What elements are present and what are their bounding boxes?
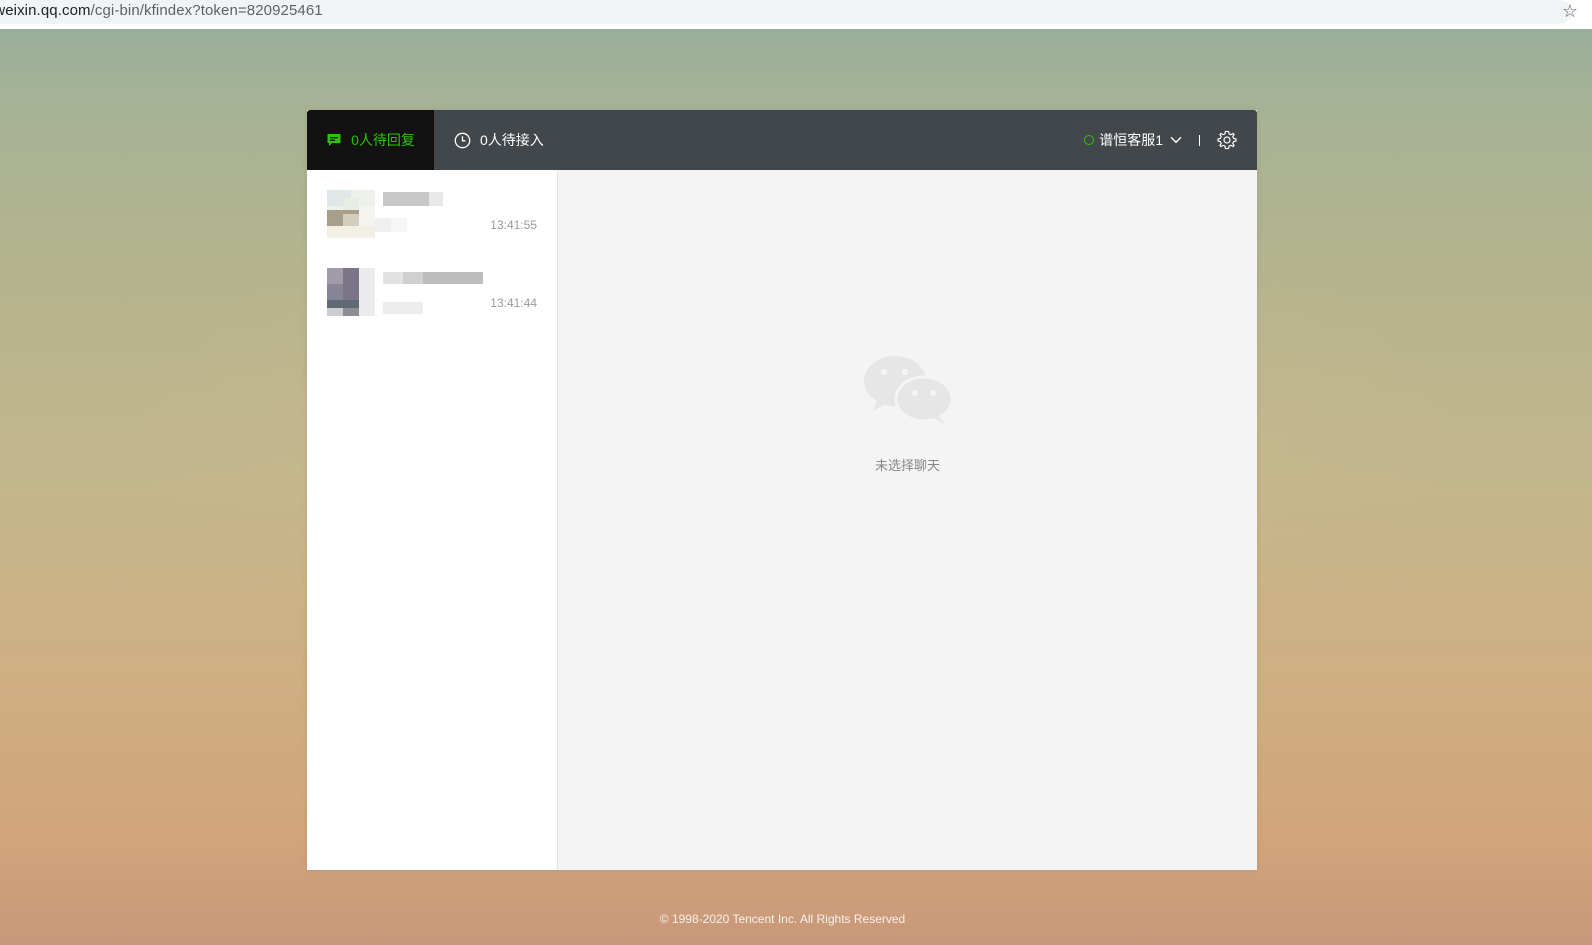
tab-pending-access[interactable]: 0人待接入 xyxy=(454,110,544,170)
contact-name-obscured xyxy=(383,192,483,206)
url-field[interactable]: .weixin.qq.com/cgi-bin/kfindex?token=820… xyxy=(0,0,1572,24)
tab-pending-reply[interactable]: 0人待回复 xyxy=(307,110,434,170)
message-preview-obscured xyxy=(383,296,423,314)
conversation-time: 13:41:55 xyxy=(490,218,537,232)
contact-name-obscured xyxy=(383,270,483,284)
url-text[interactable]: .weixin.qq.com/cgi-bin/kfindex?token=820… xyxy=(0,2,323,19)
conversation-time: 13:41:44 xyxy=(490,296,537,310)
header-divider xyxy=(1199,135,1200,146)
chat-bubble-icon xyxy=(327,134,341,146)
chevron-down-icon xyxy=(1170,136,1182,144)
clock-icon xyxy=(454,132,471,148)
tab-pending-access-label: 0人待接入 xyxy=(480,132,544,148)
empty-chat-text: 未选择聊天 xyxy=(874,458,940,473)
customer-service-window: 0人待回复 0人待接入 谱恒客服1 13:41:55 13:41:44 未选择聊… xyxy=(307,110,1257,870)
bookmark-star-icon[interactable]: ☆ xyxy=(1562,1,1578,22)
conversation-item[interactable]: 13:41:44 xyxy=(307,258,557,328)
empty-chat-placeholder: 未选择聊天 xyxy=(558,355,1257,474)
copyright-footer: © 1998-2020 Tencent Inc. All Rights Rese… xyxy=(659,912,906,926)
chat-panel: 未选择聊天 xyxy=(558,170,1257,870)
url-host: .weixin.qq.com xyxy=(0,2,91,19)
browser-address-bar: .weixin.qq.com/cgi-bin/kfindex?token=820… xyxy=(0,0,1592,29)
top-bar: 0人待回复 0人待接入 谱恒客服1 xyxy=(307,110,1257,170)
avatar xyxy=(327,190,375,238)
agent-status-dropdown[interactable]: 谱恒客服1 xyxy=(1084,110,1182,170)
tab-pending-reply-label: 0人待回复 xyxy=(351,132,415,148)
url-path: /cgi-bin/kfindex?token=820925461 xyxy=(90,2,323,19)
avatar xyxy=(327,268,375,316)
agent-name: 谱恒客服1 xyxy=(1099,132,1163,148)
message-preview-obscured xyxy=(375,218,423,232)
conversation-list: 13:41:55 13:41:44 xyxy=(307,170,558,870)
conversation-item[interactable]: 13:41:55 xyxy=(307,180,557,250)
gear-icon[interactable] xyxy=(1217,130,1237,150)
online-status-icon xyxy=(1084,135,1095,145)
wechat-logo-icon xyxy=(863,356,953,424)
